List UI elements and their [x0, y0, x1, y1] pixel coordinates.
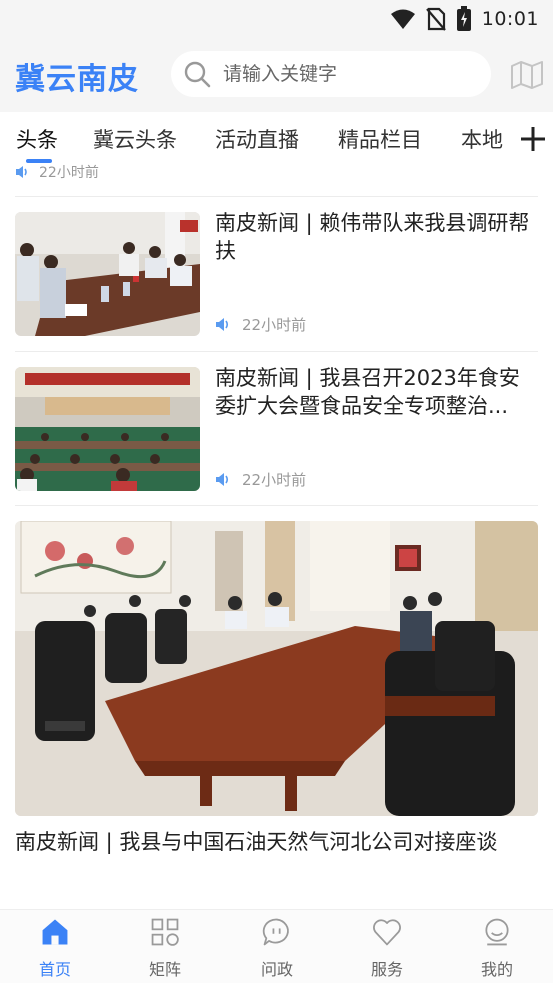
tab-live-events[interactable]: 活动直播	[215, 124, 299, 154]
partial-item-meta: 22小时前	[15, 164, 99, 182]
featured-news-card[interactable]: 南皮新闻 | 我县与中国石油天然气河北公司对接座谈	[15, 521, 538, 857]
news-meta: 22小时前	[215, 469, 306, 490]
featured-news-title: 南皮新闻 | 我县与中国石油天然气河北公司对接座谈	[15, 830, 498, 854]
divider	[15, 505, 538, 506]
news-time: 22小时前	[39, 165, 99, 181]
divider	[15, 196, 538, 197]
meeting-photo-1	[15, 212, 200, 336]
divider	[15, 351, 538, 352]
news-item[interactable]: 南皮新闻 | 赖伟带队来我县调研帮扶 22小时前	[15, 211, 538, 336]
nav-profile[interactable]: 我的	[457, 916, 537, 980]
home-icon	[42, 919, 68, 945]
news-meta: 22小时前	[215, 314, 306, 335]
nav-label: 我的	[480, 960, 513, 979]
nav-label: 服务	[370, 960, 403, 979]
nav-home[interactable]: 首页	[15, 916, 95, 980]
tab-local[interactable]: 本地	[461, 124, 503, 154]
nav-services[interactable]: 服务	[347, 916, 427, 980]
audio-icon	[216, 318, 229, 331]
nav-label: 首页	[38, 960, 71, 979]
status-bar: 10:01	[0, 0, 553, 38]
news-thumbnail	[15, 367, 200, 491]
add-channel-icon[interactable]	[518, 124, 548, 154]
conference-room-photo	[15, 521, 538, 816]
news-title: 南皮新闻 | 我县召开2023年食安委扩大会暨食品安全专项整治...	[215, 366, 520, 418]
search-icon	[184, 61, 211, 88]
news-title: 南皮新闻 | 赖伟带队来我县调研帮扶	[215, 211, 530, 263]
search-input[interactable]	[223, 63, 463, 85]
audio-icon	[216, 473, 229, 486]
tab-jiyun-headlines[interactable]: 冀云头条	[93, 124, 177, 154]
heart-icon	[373, 919, 401, 946]
active-tab-indicator	[26, 159, 52, 163]
meeting-photo-2	[15, 367, 200, 491]
grid-icon	[151, 918, 179, 946]
profile-icon	[485, 918, 509, 946]
nav-matrix[interactable]: 矩阵	[125, 916, 205, 980]
no-sim-icon	[425, 7, 446, 31]
nav-label: 矩阵	[148, 960, 181, 979]
bottom-navigation: 首页 矩阵 问政 服务 我的	[0, 909, 553, 983]
news-thumbnail	[15, 212, 200, 336]
battery-icon	[456, 6, 471, 31]
news-feed[interactable]: 22小时前 南皮新闻 | 赖伟带队来我县调研帮扶 22小时前 南皮新闻 | 我县…	[0, 164, 553, 909]
nav-label: 问政	[260, 960, 293, 979]
nav-inquiry[interactable]: 问政	[237, 916, 317, 980]
status-time: 10:01	[481, 8, 539, 30]
channel-tabs: 头条 冀云头条 活动直播 精品栏目 本地	[0, 112, 553, 164]
map-icon[interactable]	[510, 60, 544, 90]
tab-featured-columns[interactable]: 精品栏目	[338, 124, 422, 154]
featured-news-image	[15, 521, 538, 816]
status-icons: 10:01	[390, 6, 539, 32]
wifi-icon	[390, 9, 415, 29]
app-header: 冀云南皮	[0, 38, 553, 112]
chat-icon	[262, 918, 289, 946]
news-item[interactable]: 南皮新闻 | 我县召开2023年食安委扩大会暨食品安全专项整治... 22小时前	[15, 366, 538, 491]
news-time: 22小时前	[242, 471, 307, 489]
news-time: 22小时前	[242, 316, 307, 334]
tab-headlines[interactable]: 头条	[16, 124, 58, 154]
app-logo: 冀云南皮	[15, 62, 139, 97]
search-bar[interactable]	[171, 51, 491, 97]
audio-icon	[16, 166, 27, 178]
